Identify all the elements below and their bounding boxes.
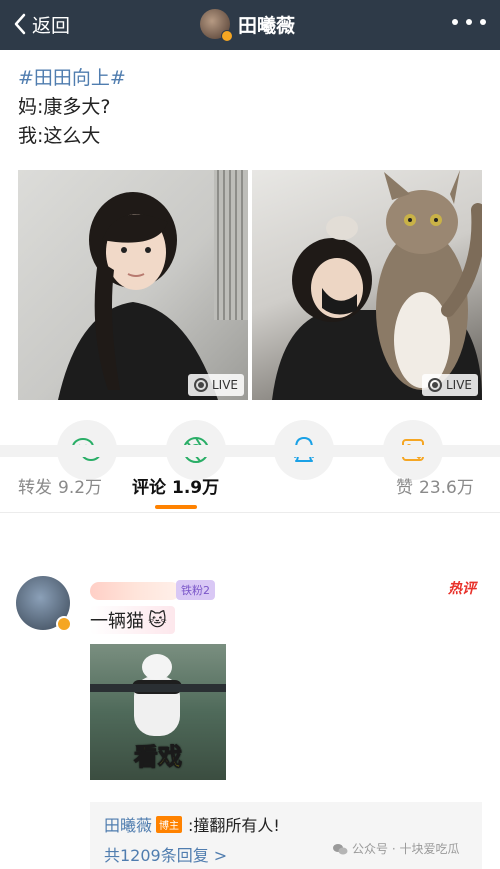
tab-count: 1.9万 — [172, 478, 220, 498]
back-label: 返回 — [32, 14, 71, 37]
top-nav-bar: 返回 田曦薇 — [0, 0, 500, 50]
more-dot-icon — [466, 19, 472, 25]
active-tab-indicator — [155, 505, 197, 509]
tab-repost[interactable]: 转发 9.2万 — [18, 473, 102, 498]
interaction-tabs: 转发 9.2万 评论 1.9万 赞 23.6万 — [0, 457, 500, 513]
sticker-caption: 看戏 — [134, 743, 183, 772]
tab-count: 23.6万 — [419, 478, 474, 498]
tab-label: 赞 — [396, 478, 413, 498]
commenter-name-blurred[interactable] — [90, 582, 180, 600]
more-dot-icon — [452, 19, 458, 25]
photo-cat-illustration — [272, 170, 482, 400]
photo-selfie-illustration — [58, 170, 248, 400]
comment-sticker-image[interactable]: 看戏 — [90, 644, 226, 780]
post-text: #田田向上# 妈:康多大? 我:这么大 — [18, 64, 126, 151]
panda-head-shape — [142, 654, 172, 680]
comment-text-content: 一辆猫 — [90, 611, 144, 632]
post-line: 妈:康多大? — [18, 96, 111, 118]
blogger-badge: 博主 — [156, 815, 183, 833]
watermark-text: 公众号 · 十块爱吃瓜 — [352, 842, 460, 856]
tab-label: 评论 — [132, 478, 166, 498]
cat-emoji-icon: 🐱 — [148, 609, 167, 631]
reply-line: 田曦薇 博主 :撞翻所有人! — [104, 812, 280, 836]
hot-comment-badge: 热评 — [448, 581, 476, 597]
live-photo-badge: LIVE — [421, 374, 478, 396]
topic-link[interactable]: #田田向上# — [18, 64, 126, 93]
chevron-left-icon — [14, 13, 26, 35]
live-photo-badge: LIVE — [187, 374, 244, 396]
reply-preview[interactable]: 田曦薇 博主 :撞翻所有人! 共1209条回复 > — [90, 802, 482, 869]
back-button[interactable]: 返回 — [12, 8, 70, 40]
more-dot-icon — [480, 19, 486, 25]
live-icon — [427, 378, 442, 392]
avatar[interactable] — [200, 9, 233, 42]
profile-header[interactable]: 田曦薇 — [200, 6, 295, 42]
verified-icon — [56, 616, 72, 632]
more-options-button[interactable] — [452, 10, 486, 34]
wechat-watermark-icon — [333, 843, 348, 854]
reply-author[interactable]: 田曦薇 — [104, 812, 152, 836]
post-line: 我:这么大 — [18, 125, 101, 147]
tab-likes[interactable]: 赞 23.6万 — [396, 473, 474, 498]
tab-count: 9.2万 — [58, 478, 103, 498]
tab-comments[interactable]: 评论 1.9万 — [132, 473, 219, 498]
live-label: LIVE — [211, 378, 238, 392]
commenter-avatar[interactable] — [16, 576, 72, 632]
page-title: 田曦薇 — [238, 14, 296, 37]
post-photo-1[interactable]: LIVE — [18, 170, 248, 400]
live-label: LIVE — [445, 378, 472, 392]
reply-text: :撞翻所有人! — [188, 816, 280, 835]
watermark: 公众号 · 十块爱吃瓜 — [332, 840, 459, 857]
post-photo-2[interactable]: LIVE — [252, 170, 482, 400]
comment-text: 一辆猫 🐱 — [90, 606, 175, 634]
fan-level-badge: 铁粉2 — [176, 580, 215, 600]
section-divider — [0, 445, 500, 457]
live-icon — [193, 378, 208, 392]
verified-icon — [221, 30, 233, 42]
tab-label: 转发 — [18, 478, 52, 498]
view-all-replies-link[interactable]: 共1209条回复 > — [104, 842, 227, 866]
railing-shape — [90, 684, 226, 692]
